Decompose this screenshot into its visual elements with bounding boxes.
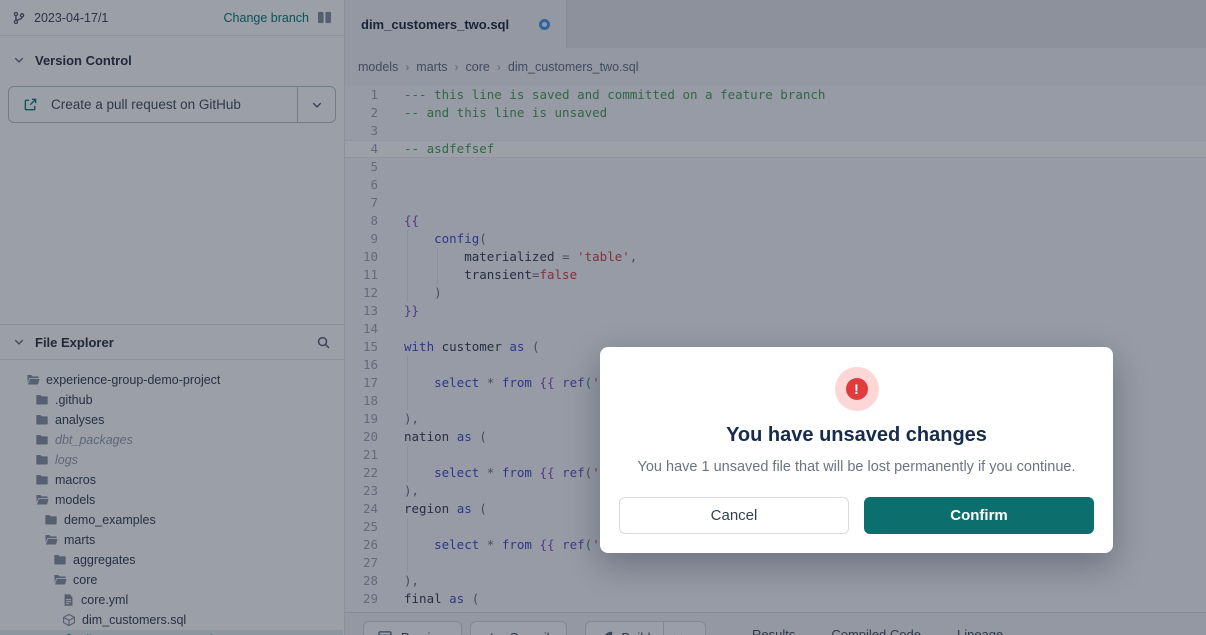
alert-icon: ! [835,367,879,411]
alert-exclamation: ! [846,378,868,400]
unsaved-changes-modal: ! You have unsaved changes You have 1 un… [600,347,1113,553]
modal-buttons: Cancel Confirm [619,497,1094,534]
modal-body-text: You have 1 unsaved file that will be los… [600,459,1113,475]
confirm-button[interactable]: Confirm [864,497,1094,534]
cancel-button[interactable]: Cancel [619,497,849,534]
modal-title: You have unsaved changes [600,424,1113,447]
